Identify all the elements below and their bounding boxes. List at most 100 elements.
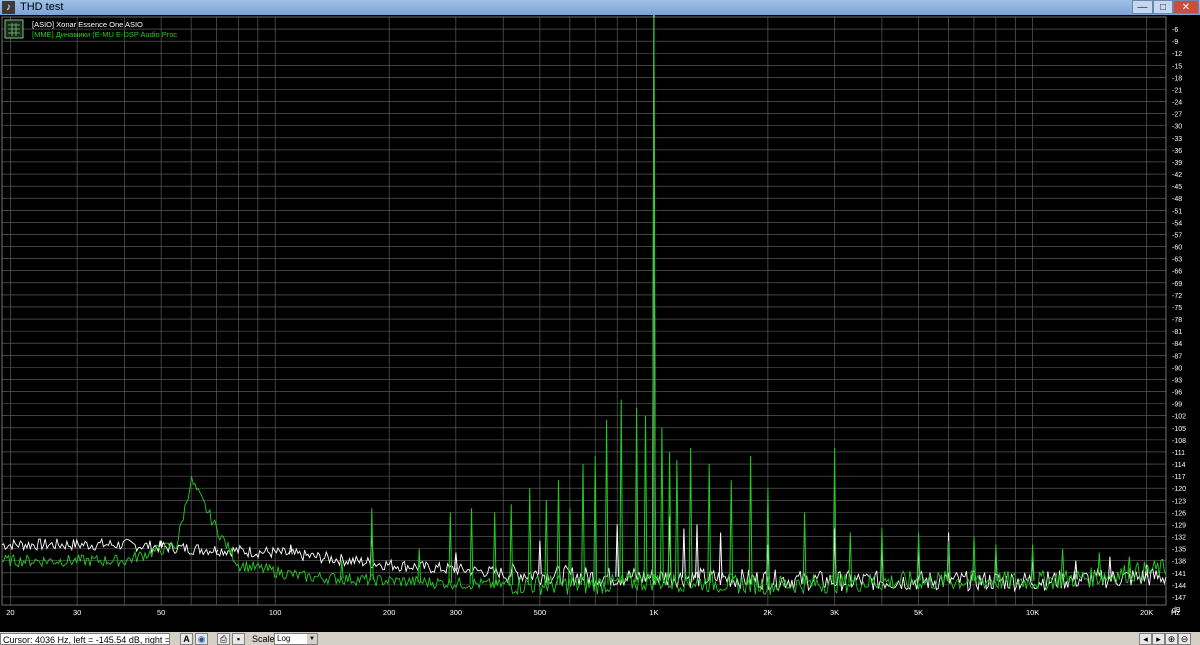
cursor-readout: Cursor: 4036 Hz, left = -145.54 dB, righ…: [0, 633, 170, 645]
scroll-left-icon[interactable]: ◂: [1139, 633, 1152, 645]
y-tick-label: -75: [1172, 305, 1182, 312]
series-peak: [1108, 556, 1112, 579]
legend-entry-mme: [MME] Динамики (E-MU E-DSP Audio Proc: [32, 30, 177, 39]
print-icon[interactable]: ⎙: [217, 633, 230, 645]
y-tick-label: -54: [1172, 220, 1182, 227]
series-peak: [802, 512, 807, 584]
font-icon[interactable]: A: [180, 633, 193, 645]
y-tick-label: -18: [1172, 75, 1182, 82]
x-tick-label: 1K: [649, 608, 658, 617]
y-tick-label: -45: [1172, 184, 1182, 191]
zoom-out-x-icon[interactable]: ⊖: [1178, 633, 1191, 645]
series-peak: [688, 447, 693, 583]
y-tick-label: -69: [1172, 281, 1182, 288]
y-tick-label: -138: [1172, 559, 1186, 566]
series-layer: [1, 12, 1167, 596]
x-tick-label: 100: [269, 608, 282, 617]
y-tick-label: -120: [1172, 486, 1186, 493]
y-tick-label: -117: [1172, 474, 1186, 481]
series-peak: [718, 532, 723, 579]
y-tick-label: -108: [1172, 438, 1186, 445]
title-bar: ♪ THD test — □ ✕: [0, 0, 1200, 15]
spectrum-chart[interactable]: -6 -9 -12 -15 -18 -21 -24 -27 -30 -33 -36 -39 -42 -45…: [0, 12, 1200, 632]
y-tick-label: -24: [1172, 100, 1182, 107]
x-unit-label: Hz: [1171, 608, 1180, 617]
x-tick-label: 30: [73, 608, 81, 617]
y-tick-label: -66: [1172, 269, 1182, 276]
y-tick-label: -78: [1172, 317, 1182, 324]
series-peak: [682, 528, 686, 578]
series-peak: [729, 480, 734, 584]
y-tick-label: -129: [1172, 522, 1186, 529]
x-tick-label: 300: [450, 608, 463, 617]
y-tick-label: -123: [1172, 498, 1186, 505]
series-peak: [619, 399, 624, 584]
series-peak: [675, 459, 679, 582]
y-axis: -6 -9 -12 -15 -18 -21 -24 -27 -30 -33 -36 -39 -42 -45…: [1172, 27, 1186, 614]
y-tick-label: -33: [1172, 136, 1182, 143]
y-tick-label: -27: [1172, 112, 1182, 119]
y-tick-label: -114: [1172, 462, 1186, 469]
y-tick-label: -105: [1172, 426, 1186, 433]
series-peak: [604, 419, 609, 585]
x-tick-label: 10K: [1026, 608, 1039, 617]
x-tick-label: 20: [6, 608, 14, 617]
y-tick-label: -87: [1172, 353, 1182, 360]
chevron-down-icon: ▼: [307, 634, 317, 644]
x-tick-label: 500: [534, 608, 547, 617]
y-tick-label: -48: [1172, 196, 1182, 203]
minimize-button[interactable]: —: [1132, 0, 1153, 14]
x-tick-label: 2K: [763, 608, 772, 617]
x-tick-label: 5K: [914, 608, 923, 617]
scale-label: Scale: [252, 634, 275, 644]
series-mme: [1, 16, 1167, 596]
scroll-right-icon[interactable]: ▸: [1152, 633, 1165, 645]
scale-value: Log: [277, 634, 291, 643]
y-tick-label: -39: [1172, 160, 1182, 167]
series-peak: [288, 544, 293, 555]
y-tick-label: -60: [1172, 245, 1182, 252]
y-tick-label: -90: [1172, 365, 1182, 372]
y-tick-label: -99: [1172, 402, 1182, 409]
y-tick-label: -21: [1172, 87, 1182, 94]
series-peak: [369, 508, 374, 581]
y-tick-label: -51: [1172, 208, 1182, 215]
x-tick-label: 200: [383, 608, 396, 617]
y-tick-label: -12: [1172, 51, 1182, 58]
window-title: THD test: [20, 1, 64, 13]
y-tick-label: -63: [1172, 257, 1182, 264]
series-peak: [643, 415, 648, 582]
y-tick-label: -126: [1172, 510, 1186, 517]
legend: [ASIO] Xonar Essence One ASIO [MME] Дина…: [4, 19, 177, 39]
spectrum-plot[interactable]: -6 -9 -12 -15 -18 -21 -24 -27 -30 -33 -36 -39 -42 -45…: [0, 12, 1200, 632]
series-peak: [469, 508, 474, 584]
save-icon[interactable]: ▪: [232, 633, 245, 645]
series-peak: [339, 560, 344, 579]
x-tick-label: 50: [157, 608, 165, 617]
y-tick-label: -135: [1172, 547, 1186, 554]
y-tick-label: -81: [1172, 329, 1182, 336]
y-tick-label: -132: [1172, 535, 1186, 542]
color-settings-icon[interactable]: ◉: [195, 633, 208, 645]
series-peak: [707, 463, 712, 583]
zoom-in-x-icon[interactable]: ⊕: [1165, 633, 1178, 645]
series-peak: [448, 512, 453, 584]
y-tick-label: -36: [1172, 148, 1182, 155]
x-tick-label: 3K: [830, 608, 839, 617]
status-bar: Cursor: 4036 Hz, left = -145.54 dB, righ…: [0, 632, 1200, 645]
y-tick-label: -111: [1172, 450, 1185, 457]
series-peak: [660, 427, 664, 582]
y-tick-label: -144: [1172, 583, 1186, 590]
y-tick-label: -30: [1172, 124, 1182, 131]
y-tick-label: -93: [1172, 377, 1182, 384]
y-tick-label: -6: [1172, 27, 1178, 34]
maximize-button[interactable]: □: [1153, 0, 1173, 14]
series-peak: [748, 455, 753, 585]
legend-entry-asio: [ASIO] Xonar Essence One ASIO: [32, 20, 143, 29]
close-button[interactable]: ✕: [1173, 0, 1199, 14]
y-tick-label: -84: [1172, 341, 1182, 348]
y-tick-label: -15: [1172, 63, 1182, 70]
series-peak: [695, 524, 699, 578]
x-tick-label: 20K: [1140, 608, 1153, 617]
scale-select[interactable]: Log ▼: [274, 633, 318, 645]
